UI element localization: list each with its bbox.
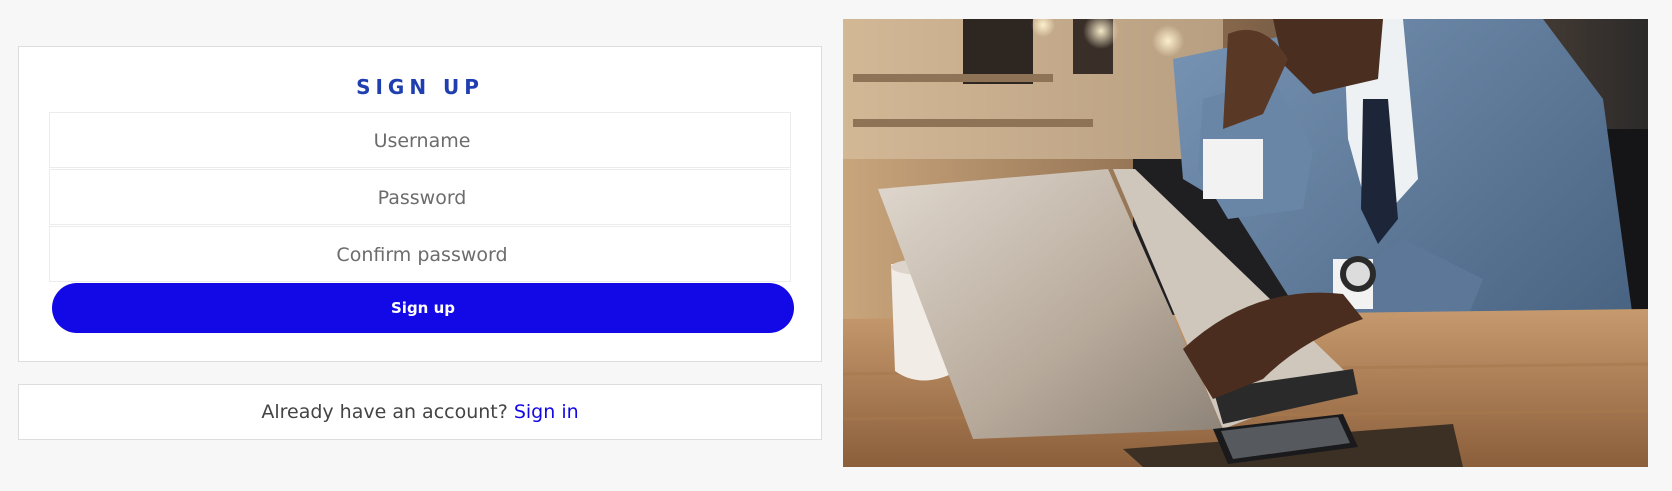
confirm-password-field [49, 226, 794, 283]
hero-image [843, 19, 1648, 467]
laptop-businessman-photo [843, 19, 1648, 467]
confirm-password-input[interactable] [50, 227, 794, 283]
signup-title: SIGN UP [356, 75, 484, 99]
password-field [49, 169, 794, 226]
username-input[interactable] [50, 113, 794, 169]
signup-form-card: SIGN UP Sign up [18, 46, 822, 362]
password-input[interactable] [50, 170, 794, 226]
signin-link[interactable]: Sign in [514, 401, 579, 423]
signin-prompt-card: Already have an account? Sign in [18, 384, 822, 440]
signup-page: SIGN UP Sign up Already have an account?… [0, 0, 1672, 491]
signin-prompt-text: Already have an account? [261, 401, 508, 423]
signup-button[interactable]: Sign up [52, 283, 794, 333]
username-field [49, 112, 794, 169]
